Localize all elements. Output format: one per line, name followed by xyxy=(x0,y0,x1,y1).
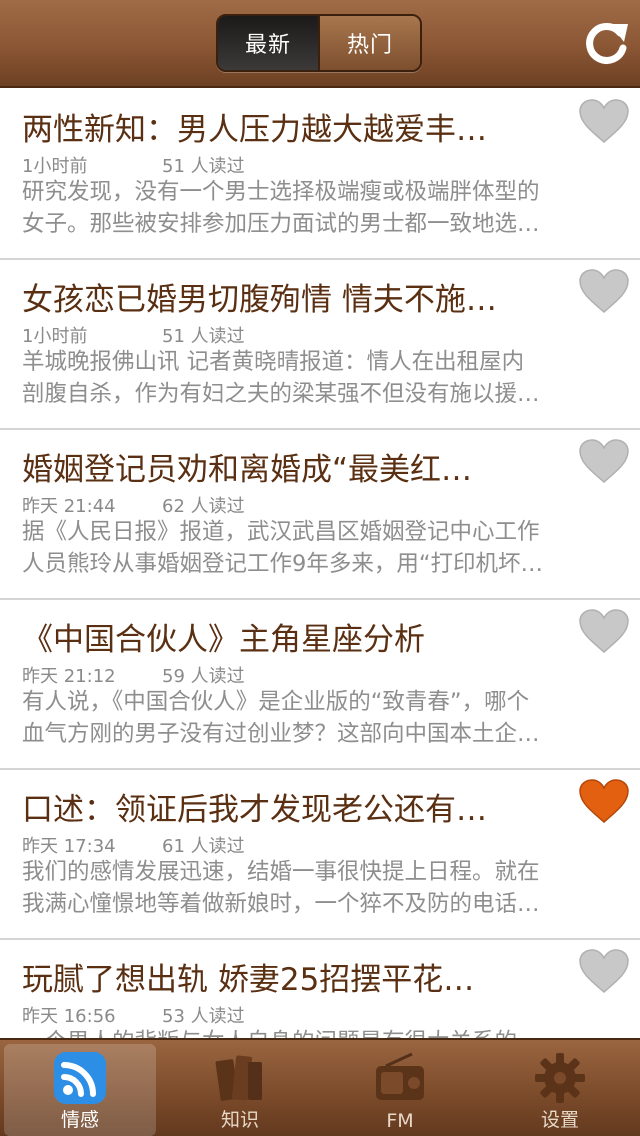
article-time: 昨天 17:34 xyxy=(22,836,116,857)
tab-label: 设置 xyxy=(540,1109,579,1131)
article-title: 《中国合伙人》主角星座分析 xyxy=(22,622,425,658)
article-meta: 昨天 16:56 53 人读过 xyxy=(22,1002,245,1028)
summary-line: 我满心憧憬地等着做新娘时，一个猝不及防的电话… xyxy=(22,891,540,917)
summary-line: 有人说，《中国合伙人》是企业版的“致青春”，哪个 xyxy=(22,689,530,715)
article-title: 女孩恋已婚男切腹殉情 情夫不施… xyxy=(22,282,497,318)
article-time: 1小时前 xyxy=(22,156,88,177)
article-read-count: 59 人读过 xyxy=(162,666,245,687)
summary-line: 羊城晚报佛山讯 记者黄晓晴报道：情人在出租屋内 xyxy=(22,349,525,375)
article-meta: 1小时前 51 人读过 xyxy=(22,152,245,178)
article-read-count: 51 人读过 xyxy=(162,156,245,177)
summary-line: 人员熊玲从事婚姻登记工作9年多来，用“打印机坏… xyxy=(22,551,543,577)
article-read-count: 51 人读过 xyxy=(162,326,245,347)
summary-line: 血气方刚的男子没有过创业梦？这部向中国本土企… xyxy=(22,721,540,747)
radio-icon xyxy=(376,1052,424,1100)
article-summary: 有人说，《中国合伙人》是企业版的“致青春”，哪个 血气方刚的男子没有过创业梦？这… xyxy=(22,686,622,750)
favorite-heart-icon[interactable] xyxy=(578,778,630,824)
article-time: 1小时前 xyxy=(22,326,88,347)
summary-line: 剖腹自杀，作为有妇之夫的梁某强不但没有施以援… xyxy=(22,381,540,407)
rss-icon xyxy=(54,1052,106,1104)
article-row[interactable]: 口述：领证后我才发现老公还有… 昨天 17:34 61 人读过 我们的感情发展迅… xyxy=(0,770,640,940)
tab-label: 情感 xyxy=(60,1109,99,1131)
article-title: 口述：领证后我才发现老公还有… xyxy=(22,792,487,828)
article-list[interactable]: 两性新知：男人压力越大越爱丰… 1小时前 51 人读过 研究发现，没有一个男士选… xyxy=(0,90,640,1038)
top-nav-bar: 最新 热门 xyxy=(0,0,640,88)
article-read-count: 53 人读过 xyxy=(162,1006,245,1027)
summary-line: 一个男人的背叛与女人自身的问题是有很大关系的 xyxy=(22,1026,622,1038)
segment-hot[interactable]: 热门 xyxy=(318,16,420,70)
summary-line: 女子。那些被安排参加压力面试的男士都一致地选… xyxy=(22,211,540,237)
favorite-heart-icon[interactable] xyxy=(578,948,630,994)
segmented-control: 最新 热门 xyxy=(216,14,422,72)
summary-line: 据《人民日报》报道，武汉武昌区婚姻登记中心工作 xyxy=(22,519,540,545)
tab-knowledge[interactable]: 知识 xyxy=(164,1044,316,1136)
article-title: 婚姻登记员劝和离婚成“最美红… xyxy=(22,452,473,488)
books-icon xyxy=(215,1055,262,1101)
article-row[interactable]: 《中国合伙人》主角星座分析 昨天 21:12 59 人读过 有人说，《中国合伙人… xyxy=(0,600,640,770)
article-title: 两性新知：男人压力越大越爱丰… xyxy=(22,112,487,148)
favorite-heart-icon[interactable] xyxy=(578,438,630,484)
tab-settings[interactable]: 设置 xyxy=(484,1044,636,1136)
refresh-icon[interactable] xyxy=(580,18,632,70)
article-meta: 昨天 21:44 62 人读过 xyxy=(22,492,245,518)
article-meta: 1小时前 51 人读过 xyxy=(22,322,245,348)
tab-label: 知识 xyxy=(220,1109,259,1131)
bottom-tab-bar: 情感 知识 FM 设置 xyxy=(0,1038,640,1136)
article-time: 昨天 21:12 xyxy=(22,666,116,687)
tab-emotion[interactable]: 情感 xyxy=(4,1044,156,1136)
article-row[interactable]: 婚姻登记员劝和离婚成“最美红… 昨天 21:44 62 人读过 据《人民日报》报… xyxy=(0,430,640,600)
favorite-heart-icon[interactable] xyxy=(578,268,630,314)
article-row[interactable]: 女孩恋已婚男切腹殉情 情夫不施… 1小时前 51 人读过 羊城晚报佛山讯 记者黄… xyxy=(0,260,640,430)
summary-line: 我们的感情发展迅速，结婚一事很快提上日程。就在 xyxy=(22,859,540,885)
article-title: 玩腻了想出轨 娇妻25招摆平花… xyxy=(22,962,475,998)
gear-icon xyxy=(535,1053,585,1103)
tab-label: FM xyxy=(386,1110,414,1132)
article-time: 昨天 16:56 xyxy=(22,1006,116,1027)
favorite-heart-icon[interactable] xyxy=(578,608,630,654)
favorite-heart-icon[interactable] xyxy=(578,98,630,144)
segment-latest[interactable]: 最新 xyxy=(218,16,318,70)
article-row[interactable]: 两性新知：男人压力越大越爱丰… 1小时前 51 人读过 研究发现，没有一个男士选… xyxy=(0,90,640,260)
article-summary: 羊城晚报佛山讯 记者黄晓晴报道：情人在出租屋内 剖腹自杀，作为有妇之夫的梁某强不… xyxy=(22,346,622,410)
article-read-count: 61 人读过 xyxy=(162,836,245,857)
article-meta: 昨天 17:34 61 人读过 xyxy=(22,832,245,858)
summary-line: 研究发现，没有一个男士选择极端瘦或极端胖体型的 xyxy=(22,179,540,205)
article-time: 昨天 21:44 xyxy=(22,496,116,517)
article-read-count: 62 人读过 xyxy=(162,496,245,517)
article-summary: 我们的感情发展迅速，结婚一事很快提上日程。就在 我满心憧憬地等着做新娘时，一个猝… xyxy=(22,856,622,920)
article-row[interactable]: 玩腻了想出轨 娇妻25招摆平花… 昨天 16:56 53 人读过 一个男人的背叛… xyxy=(0,940,640,1038)
article-summary: 研究发现，没有一个男士选择极端瘦或极端胖体型的 女子。那些被安排参加压力面试的男… xyxy=(22,176,622,240)
article-summary: 据《人民日报》报道，武汉武昌区婚姻登记中心工作 人员熊玲从事婚姻登记工作9年多来… xyxy=(22,516,622,580)
tab-fm[interactable]: FM xyxy=(324,1044,476,1136)
article-meta: 昨天 21:12 59 人读过 xyxy=(22,662,245,688)
article-summary: 一个男人的背叛与女人自身的问题是有很大关系的 xyxy=(22,1026,622,1038)
